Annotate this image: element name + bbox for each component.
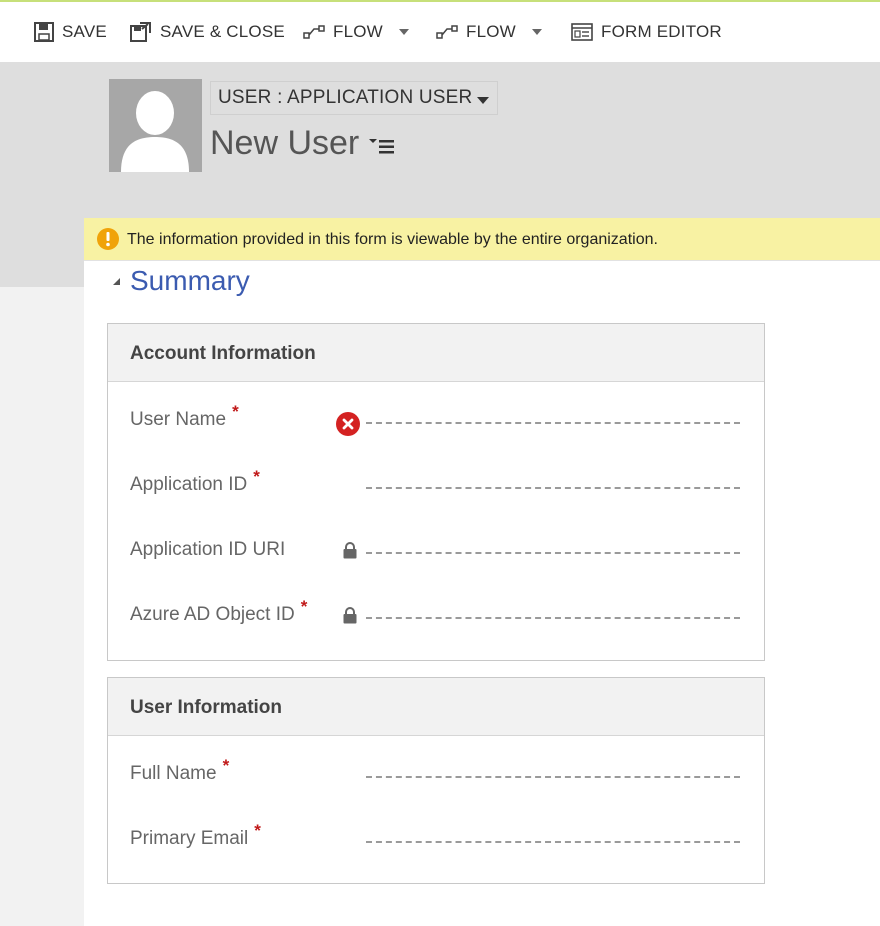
primary-email-input[interactable] [366, 841, 740, 843]
user-name-input[interactable] [366, 422, 740, 424]
avatar[interactable] [109, 79, 202, 172]
save-close-button[interactable]: SAVE & CLOSE [130, 2, 285, 62]
save-label: SAVE [62, 22, 107, 41]
account-information-section: Account Information User Name * Applicati… [107, 323, 765, 661]
form-editor-label: FORM EDITOR [601, 22, 722, 41]
required-marker: * [254, 821, 261, 840]
application-id-label: Application ID * [130, 467, 260, 496]
lock-icon [343, 607, 357, 629]
record-title: New User [210, 124, 360, 162]
section-header: User Information [108, 678, 764, 736]
required-marker: * [253, 467, 260, 486]
floppy-disk-icon [34, 22, 54, 42]
flow-button-1[interactable]: FLOW [303, 2, 409, 62]
field-label-text: Application ID [130, 474, 248, 495]
user-name-label: User Name * [130, 402, 239, 431]
flow-button-2[interactable]: FLOW [436, 2, 542, 62]
save-close-icon [130, 21, 152, 43]
form-editor-icon [571, 23, 593, 41]
left-gutter [0, 218, 84, 287]
azure-ad-object-id-input [366, 617, 740, 619]
application-id-input[interactable] [366, 487, 740, 489]
flow-icon [303, 24, 325, 40]
chevron-down-icon [398, 29, 409, 35]
chevron-down-icon [477, 88, 489, 110]
form-editor-button[interactable]: FORM EDITOR [571, 2, 722, 62]
azure-ad-object-id-label: Azure AD Object ID * [130, 597, 307, 626]
field-label-text: Azure AD Object ID [130, 604, 295, 625]
tab-summary-title[interactable]: Summary [130, 265, 250, 297]
warning-icon [96, 227, 120, 256]
user-information-section: User Information Full Name * Primary Emai… [107, 677, 765, 884]
notification-bar: The information provided in this form is… [84, 218, 880, 261]
save-close-label: SAVE & CLOSE [160, 22, 285, 41]
lock-icon [343, 542, 357, 564]
field-label-text: Primary Email [130, 828, 249, 849]
flow-icon [436, 24, 458, 40]
application-id-uri-input [366, 552, 740, 554]
section-title: User Information [130, 697, 283, 718]
form-selector[interactable]: USER : APPLICATION USER [210, 81, 498, 115]
full-name-label: Full Name * [130, 756, 229, 785]
collapse-triangle-icon[interactable] [113, 278, 120, 285]
required-marker: * [222, 756, 230, 775]
flow-label: FLOW [466, 22, 516, 41]
error-icon [336, 412, 360, 436]
full-name-input[interactable] [366, 776, 740, 778]
notification-text: The information provided in this form is… [127, 231, 658, 248]
primary-email-label: Primary Email * [130, 821, 261, 850]
command-bar: SAVE SAVE & CLOSE FLOW FLOW FORM EDITOR [0, 0, 880, 62]
field-label-text: Application ID URI [130, 539, 286, 560]
required-marker: * [300, 597, 308, 616]
chevron-down-icon [531, 29, 542, 35]
application-id-uri-label: Application ID URI [130, 539, 285, 561]
flow-label: FLOW [333, 22, 383, 41]
user-silhouette-icon [121, 91, 189, 172]
record-menu-icon[interactable] [369, 138, 395, 161]
save-button[interactable]: SAVE [34, 2, 107, 62]
required-marker: * [232, 402, 239, 421]
section-header: Account Information [108, 324, 764, 382]
section-title: Account Information [130, 343, 316, 364]
field-label-text: Full Name [130, 763, 217, 784]
form-selector-label: USER : APPLICATION USER [218, 87, 473, 108]
field-label-text: User Name [130, 409, 227, 430]
